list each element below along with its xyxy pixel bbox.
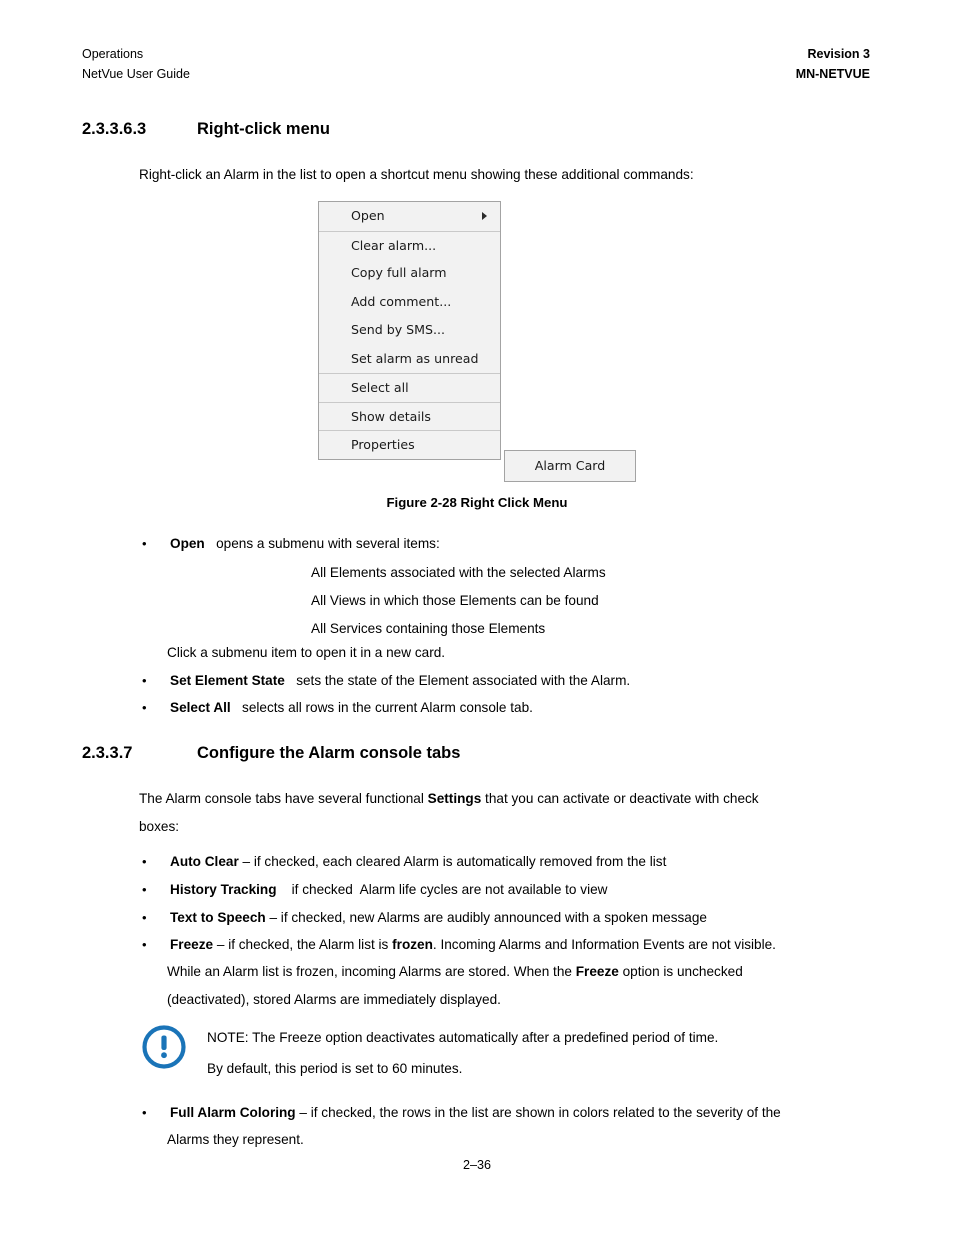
open-sub-item-views: All Views in which those Elements can be… bbox=[311, 593, 599, 608]
bullet-freeze-line1-b: . Incoming Alarms and Information Events… bbox=[432, 937, 776, 952]
bullet-dot: • bbox=[142, 937, 147, 952]
submenu-item-alarm-card[interactable]: Alarm Card bbox=[504, 450, 636, 482]
page-footer-number: 2–36 bbox=[462, 1158, 492, 1172]
triangle-right-icon bbox=[482, 212, 487, 221]
bullet-set-element-state-content: Set Element State sets the state of the … bbox=[142, 666, 882, 695]
open-sub-item-elements: All Elements associated with the selecte… bbox=[311, 565, 606, 580]
bullet-freeze-line2-a: While an Alarm list is frozen, incoming … bbox=[167, 964, 576, 979]
open-closing-paragraph: Click a submenu item to open it in a new… bbox=[167, 645, 446, 660]
bullet-freeze-line1-a: – if checked, the Alarm list is bbox=[213, 937, 393, 952]
bullet-full-alarm-coloring: • Full Alarm Coloring – if checked, the … bbox=[142, 1098, 932, 1127]
header-document-title: NetVue User Guide bbox=[82, 66, 190, 81]
bullet-text-to-speech-content: Text to Speech – if checked, new Alarms … bbox=[142, 903, 902, 932]
bullet-full-alarm-coloring-line1: – if checked, the rows in the list are s… bbox=[295, 1105, 781, 1120]
note-text-block: NOTE: The Freeze option deactivates auto… bbox=[207, 1022, 718, 1084]
bullet-select-all-label: Select All bbox=[170, 700, 231, 715]
context-menu-item-clear-alarm[interactable]: Clear alarm... bbox=[319, 230, 500, 260]
context-menu-item-open[interactable]: Open bbox=[319, 202, 500, 231]
bullet-text-to-speech: • Text to Speech – if checked, new Alarm… bbox=[142, 903, 902, 932]
bullet-freeze-content: Freeze – if checked, the Alarm list is f… bbox=[142, 930, 922, 959]
bullet-set-element-state: • Set Element State sets the state of th… bbox=[142, 666, 882, 695]
bullet-freeze: • Freeze – if checked, the Alarm list is… bbox=[142, 930, 922, 959]
page-header: Operations Revision 3 NetVue User Guide … bbox=[82, 45, 870, 85]
context-menu-item-label: Open bbox=[351, 208, 385, 223]
bullet-open: • Open opens a submenu with several item… bbox=[142, 529, 842, 558]
bullet-freeze-line2: While an Alarm list is frozen, incoming … bbox=[167, 957, 927, 986]
configure-intro-part-b: that you can activate or deactivate with… bbox=[481, 791, 759, 806]
bullet-dot: • bbox=[142, 673, 147, 688]
submenu-item-label: Alarm Card bbox=[534, 458, 606, 473]
configure-intro-paragraph: The Alarm console tabs have several func… bbox=[139, 784, 879, 813]
configure-intro-line2: boxes: bbox=[139, 819, 180, 834]
bullet-text-to-speech-label: Text to Speech bbox=[170, 910, 266, 925]
context-menu-item-add-comment[interactable]: Add comment... bbox=[319, 288, 500, 317]
context-menu-item-send-by-sms[interactable]: Send by SMS... bbox=[319, 316, 500, 345]
context-menu-item-label: Clear alarm... bbox=[351, 237, 437, 253]
context-menu-item-select-all[interactable]: Select all bbox=[319, 373, 500, 402]
heading-right-click-menu: 2.3.3.6.3 Right-click menu bbox=[82, 120, 330, 139]
bullet-auto-clear-text: – if checked, each cleared Alarm is auto… bbox=[238, 854, 667, 869]
configure-intro-bold-settings: Settings bbox=[427, 791, 482, 806]
bullet-select-all: • Select All selects all rows in the cur… bbox=[142, 693, 882, 722]
bullet-history-tracking-label: History Tracking bbox=[170, 882, 277, 897]
bullet-dot: • bbox=[142, 1105, 147, 1120]
context-menu-item-label: Show details bbox=[351, 408, 431, 424]
bullet-auto-clear: • Auto Clear – if checked, each cleared … bbox=[142, 847, 902, 876]
bullet-freeze-line2-bold: Freeze bbox=[575, 964, 619, 979]
bullet-dot: • bbox=[142, 882, 147, 897]
header-revision: Revision 3 bbox=[807, 47, 870, 61]
bullet-freeze-label: Freeze bbox=[170, 937, 214, 952]
bullet-full-alarm-coloring-line2: Alarms they represent. bbox=[167, 1132, 304, 1147]
bullet-dot: • bbox=[142, 854, 147, 869]
bullet-select-all-text: selects all rows in the current Alarm co… bbox=[242, 700, 533, 715]
bullet-text-to-speech-text: – if checked, new Alarms are audibly ann… bbox=[265, 910, 707, 925]
right-click-intro-paragraph: Right-click an Alarm in the list to open… bbox=[139, 167, 694, 182]
heading-number: 2.3.3.7 bbox=[82, 744, 133, 762]
note-line-1: NOTE: The Freeze option deactivates auto… bbox=[207, 1030, 719, 1045]
bullet-history-tracking-content: History Tracking if checked Alarm life c… bbox=[142, 875, 902, 904]
header-row-2: NetVue User Guide MN-NETVUE bbox=[82, 65, 870, 85]
bullet-select-all-content: Select All selects all rows in the curre… bbox=[142, 693, 882, 722]
bullet-freeze-line3: (deactivated), stored Alarms are immedia… bbox=[167, 992, 501, 1007]
context-menu-item-show-details[interactable]: Show details bbox=[319, 401, 500, 431]
bullet-freeze-line1-bold: frozen bbox=[392, 937, 433, 952]
header-document-code: MN-NETVUE bbox=[795, 66, 870, 81]
context-menu-item-label: Copy full alarm bbox=[351, 265, 447, 280]
header-section-label: Operations bbox=[82, 47, 144, 61]
configure-intro-part-a: The Alarm console tabs have several func… bbox=[139, 791, 428, 806]
heading-number: 2.3.3.6.3 bbox=[82, 120, 147, 138]
bullet-auto-clear-label: Auto Clear bbox=[170, 854, 239, 869]
context-menu-item-copy-full-alarm[interactable]: Copy full alarm bbox=[319, 259, 500, 288]
context-menu-item-properties[interactable]: Properties bbox=[319, 430, 500, 459]
context-menu-item-set-alarm-as-unread[interactable]: Set alarm as unread bbox=[319, 345, 500, 374]
bullet-full-alarm-coloring-content: Full Alarm Coloring – if checked, the ro… bbox=[142, 1098, 932, 1127]
bullet-freeze-line2-b: option is unchecked bbox=[618, 964, 743, 979]
bullet-dot: • bbox=[142, 700, 147, 715]
bullet-open-label: Open bbox=[170, 536, 205, 551]
context-menu-item-label: Properties bbox=[351, 437, 415, 452]
heading-configure-alarm-console-tabs: 2.3.3.7 Configure the Alarm console tabs bbox=[82, 744, 460, 763]
bullet-full-alarm-coloring-label: Full Alarm Coloring bbox=[170, 1105, 296, 1120]
bullet-set-element-state-label: Set Element State bbox=[170, 673, 285, 688]
heading-text: Right-click menu bbox=[197, 120, 330, 138]
context-menu-item-label: Add comment... bbox=[351, 293, 452, 309]
context-menu-item-label: Send by SMS... bbox=[351, 322, 446, 337]
bullet-set-element-state-text: sets the state of the Element associated… bbox=[296, 673, 631, 688]
exclamation-circle-icon bbox=[142, 1025, 186, 1069]
bullet-auto-clear-content: Auto Clear – if checked, each cleared Al… bbox=[142, 847, 902, 876]
context-menu-item-label: Set alarm as unread bbox=[351, 350, 479, 366]
context-menu-item-label: Select all bbox=[351, 380, 409, 395]
bullet-dot: • bbox=[142, 910, 147, 925]
document-page: Operations Revision 3 NetVue User Guide … bbox=[0, 0, 954, 1235]
heading-text: Configure the Alarm console tabs bbox=[197, 744, 461, 762]
figure-caption: Figure 2-28 Right Click Menu bbox=[386, 495, 568, 510]
bullet-open-content: Open opens a submenu with several items: bbox=[142, 529, 842, 558]
bullet-open-text: opens a submenu with several items: bbox=[216, 536, 440, 551]
bullet-history-tracking: • History Tracking if checked Alarm life… bbox=[142, 875, 902, 904]
bullet-history-tracking-text: if checked Alarm life cycles are not ava… bbox=[276, 882, 608, 897]
context-menu-figure: Open Clear alarm... Copy full alarm Add … bbox=[318, 201, 501, 460]
bullet-dot: • bbox=[142, 536, 147, 551]
header-row-1: Operations Revision 3 bbox=[82, 45, 870, 65]
note-line-2: By default, this period is set to 60 min… bbox=[207, 1061, 463, 1076]
